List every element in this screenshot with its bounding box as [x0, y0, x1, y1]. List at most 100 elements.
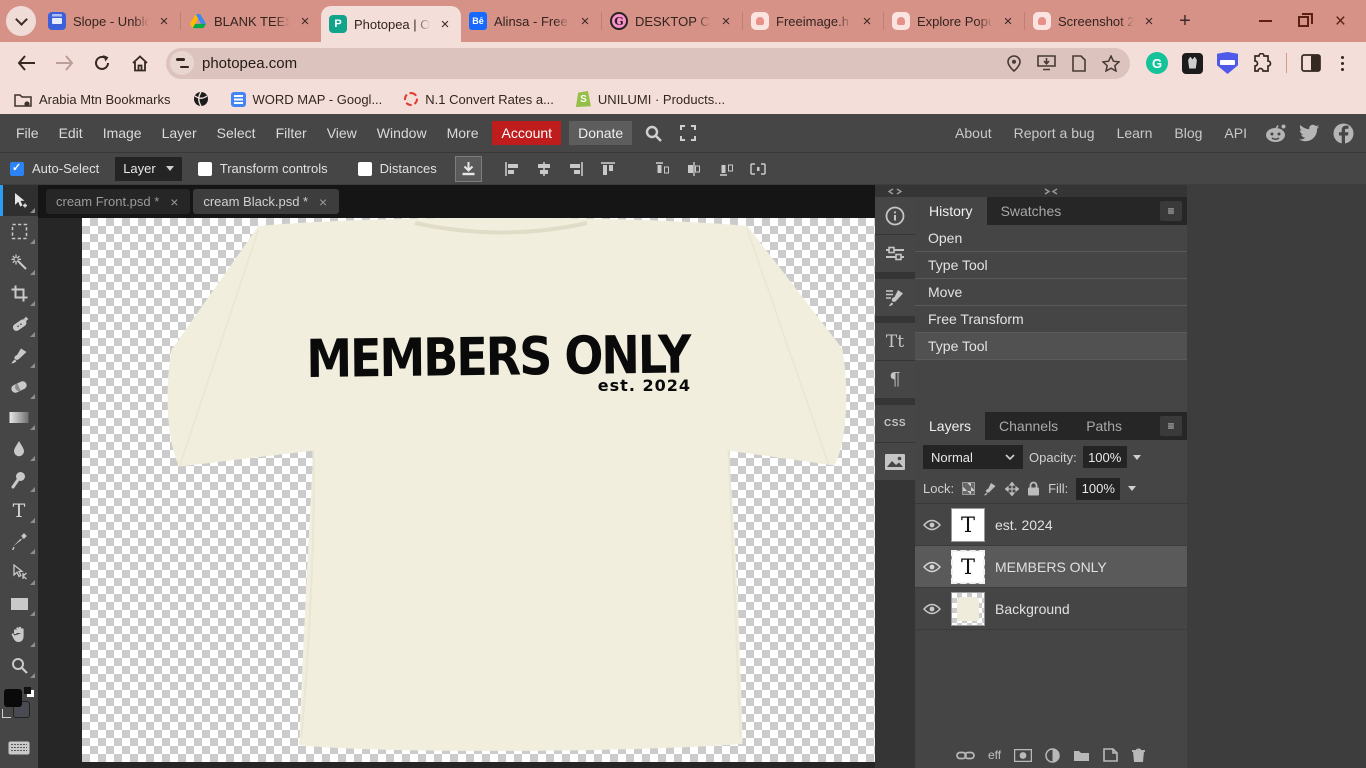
close-icon[interactable]	[317, 194, 329, 210]
rectangle-shape-tool[interactable]	[0, 588, 38, 619]
site-info-icon[interactable]	[170, 51, 194, 75]
address-bar[interactable]: photopea.com	[166, 47, 1130, 79]
doc-tab-cream-black[interactable]: cream Black.psd *	[193, 189, 340, 214]
default-colors-icon[interactable]	[24, 687, 31, 694]
url-text[interactable]: photopea.com	[202, 55, 1007, 72]
tab-channels[interactable]: Channels	[985, 412, 1072, 440]
history-brush-panel-icon[interactable]	[875, 279, 915, 316]
link-api[interactable]: API	[1213, 125, 1258, 141]
swap-colors-icon[interactable]	[2, 709, 11, 718]
align-center-horizontal-icon[interactable]	[532, 157, 556, 181]
layer-effects-button[interactable]: eff	[988, 748, 1001, 762]
lock-all-icon[interactable]	[1027, 481, 1040, 496]
tab-history[interactable]: History	[915, 197, 987, 225]
browser-tab-photopea[interactable]: P Photopea | O	[321, 6, 461, 42]
menu-select[interactable]: Select	[207, 125, 266, 141]
page-icon[interactable]	[1072, 54, 1086, 72]
lock-position-icon[interactable]	[1005, 481, 1020, 496]
reload-icon[interactable]	[86, 47, 118, 79]
browser-tab-alinsa[interactable]: Bē Alinsa - Free	[461, 4, 601, 38]
forward-icon[interactable]	[48, 47, 80, 79]
move-tool[interactable]	[0, 185, 38, 216]
browser-tab-blank-tees[interactable]: BLANK TEES	[181, 4, 321, 38]
panel-menu-icon[interactable]	[1160, 416, 1182, 436]
auto-select-checkbox[interactable]	[10, 161, 24, 176]
hand-tool[interactable]	[0, 619, 38, 650]
character-panel-icon[interactable]: Tt	[875, 323, 915, 360]
link-report-bug[interactable]: Report a bug	[1003, 125, 1106, 141]
menu-layer[interactable]: Layer	[152, 125, 207, 141]
eye-icon[interactable]	[923, 519, 941, 531]
brush-tool[interactable]	[0, 340, 38, 371]
close-icon[interactable]	[437, 16, 453, 32]
layer-row-background[interactable]: Background	[915, 588, 1187, 630]
type-tool[interactable]: T	[0, 495, 38, 526]
history-step[interactable]: Type Tool	[915, 252, 1187, 279]
reddit-icon[interactable]	[1263, 121, 1287, 145]
new-group-icon[interactable]	[1073, 749, 1090, 762]
rectangle-select-tool[interactable]	[0, 216, 38, 247]
grammarly-icon[interactable]: G	[1146, 52, 1168, 74]
zoom-tool[interactable]	[0, 650, 38, 681]
magic-wand-tool[interactable]	[0, 247, 38, 278]
foreground-color-swatch[interactable]	[4, 689, 22, 707]
blend-mode-dropdown[interactable]: Normal	[923, 445, 1023, 469]
canvas[interactable]: MEMBERS ONLY est. 2024	[82, 218, 875, 762]
donate-button[interactable]: Donate	[569, 121, 633, 145]
twitter-icon[interactable]	[1297, 121, 1321, 145]
gradient-tool[interactable]	[0, 402, 38, 433]
menu-edit[interactable]: Edit	[49, 125, 93, 141]
image-panel-icon[interactable]	[875, 443, 915, 480]
side-panel-icon[interactable]	[1301, 54, 1321, 72]
tab-swatches[interactable]: Swatches	[987, 197, 1076, 225]
layer-row-est-2024[interactable]: T est. 2024	[915, 504, 1187, 546]
history-step[interactable]: Move	[915, 279, 1187, 306]
path-select-tool[interactable]	[0, 557, 38, 588]
close-icon[interactable]	[577, 13, 593, 29]
extension-icon[interactable]	[1182, 52, 1203, 74]
layer-select-dropdown[interactable]: Layer	[115, 156, 182, 181]
eraser-tool[interactable]	[0, 371, 38, 402]
close-icon[interactable]	[1000, 13, 1016, 29]
link-layers-icon[interactable]	[956, 750, 975, 761]
distribute-spacing-icon[interactable]	[746, 157, 770, 181]
history-step-selected[interactable]: Type Tool	[915, 333, 1187, 360]
color-swatches[interactable]	[0, 685, 38, 729]
bookmark-star-icon[interactable]	[1102, 54, 1120, 72]
back-icon[interactable]	[10, 47, 42, 79]
delete-layer-icon[interactable]	[1131, 748, 1146, 763]
new-tab-button[interactable]: +	[1171, 7, 1199, 35]
close-icon[interactable]	[859, 13, 875, 29]
browser-tab-screenshot[interactable]: Screenshot 2	[1025, 4, 1165, 38]
tab-layers[interactable]: Layers	[915, 412, 986, 440]
blur-tool[interactable]	[0, 433, 38, 464]
layer-mask-icon[interactable]	[1014, 748, 1033, 762]
distribute-center-icon[interactable]	[682, 157, 706, 181]
menu-window[interactable]: Window	[367, 125, 437, 141]
paragraph-panel-icon[interactable]: ¶	[875, 361, 915, 398]
link-blog[interactable]: Blog	[1163, 125, 1213, 141]
menu-image[interactable]: Image	[93, 125, 152, 141]
layer-row-members-only[interactable]: T MEMBERS ONLY	[915, 546, 1187, 588]
menu-more[interactable]: More	[437, 125, 489, 141]
eye-icon[interactable]	[923, 561, 941, 573]
fill-slider-icon[interactable]	[1128, 486, 1137, 491]
bookmark-folder[interactable]: Arabia Mtn Bookmarks	[14, 92, 171, 107]
location-pin-icon[interactable]	[1007, 54, 1021, 72]
eye-icon[interactable]	[923, 603, 941, 615]
adjustments-panel-icon[interactable]	[875, 235, 915, 272]
tab-search-button[interactable]	[6, 6, 36, 36]
shield-extension-icon[interactable]	[1217, 52, 1238, 74]
browser-tab-explore[interactable]: Explore Popu	[884, 4, 1024, 38]
adjustment-layer-icon[interactable]	[1045, 747, 1060, 763]
home-icon[interactable]	[124, 47, 156, 79]
align-right-icon[interactable]	[564, 157, 588, 181]
collapse-handle[interactable]	[875, 185, 915, 197]
align-left-icon[interactable]	[500, 157, 524, 181]
link-learn[interactable]: Learn	[1106, 125, 1164, 141]
history-step[interactable]: Open	[915, 225, 1187, 252]
distribute-top-icon[interactable]	[650, 157, 674, 181]
distances-checkbox[interactable]	[357, 161, 372, 176]
fullscreen-icon[interactable]	[671, 125, 705, 141]
bookmark-convert-rates[interactable]: N.1 Convert Rates a...	[404, 92, 554, 107]
